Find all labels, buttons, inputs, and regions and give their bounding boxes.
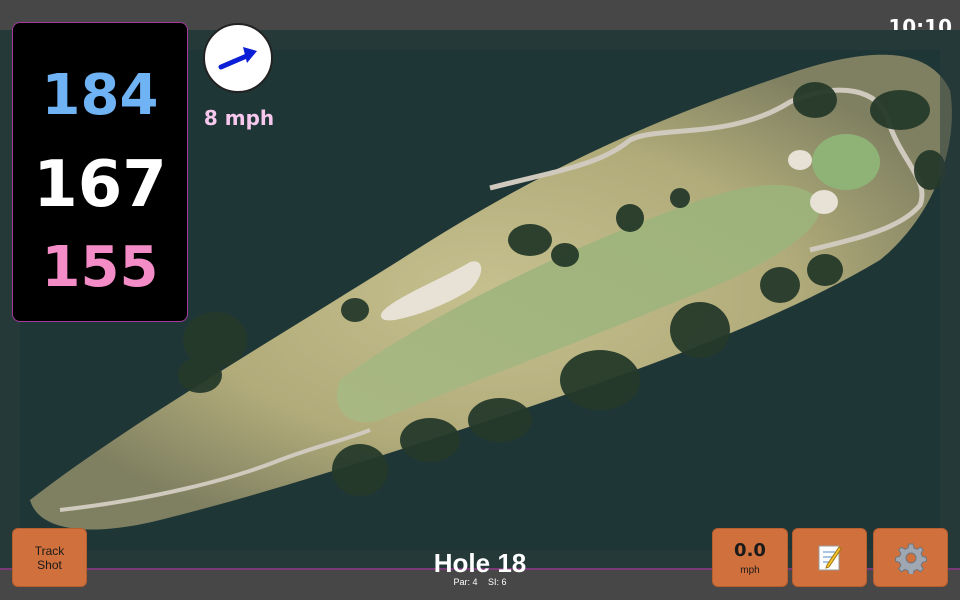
wind-speed-label: 8 mph	[203, 106, 275, 130]
speed-button[interactable]: 0.0 mph	[712, 528, 788, 587]
middle-of-green-distance: 167	[33, 148, 167, 222]
speed-value: 0.0	[734, 539, 766, 561]
notes-button[interactable]	[792, 528, 867, 587]
gear-icon	[894, 543, 927, 574]
hole-stroke-index: SI: 6	[488, 577, 507, 587]
bunker-greenside-right	[810, 190, 838, 214]
hole-info: Par: 4 SI: 6	[400, 577, 560, 587]
track-shot-label-line1: Track	[34, 543, 65, 558]
green	[812, 134, 880, 190]
back-of-green-distance: 184	[41, 63, 159, 128]
track-shot-label-line2: Shot	[37, 557, 62, 572]
distance-panel: 184 167 155	[12, 22, 188, 322]
track-shot-button[interactable]: Track Shot	[12, 528, 87, 587]
wind-direction-indicator	[203, 23, 273, 93]
speed-unit: mph	[740, 564, 760, 576]
hole-par: Par: 4	[453, 577, 478, 587]
settings-button[interactable]	[873, 528, 948, 587]
front-of-green-distance: 155	[41, 235, 159, 300]
wind-arrow-icon	[218, 47, 257, 70]
notepad-icon	[818, 545, 842, 570]
bunker-greenside-left	[788, 150, 812, 170]
hole-title: Hole 18	[433, 548, 527, 578]
